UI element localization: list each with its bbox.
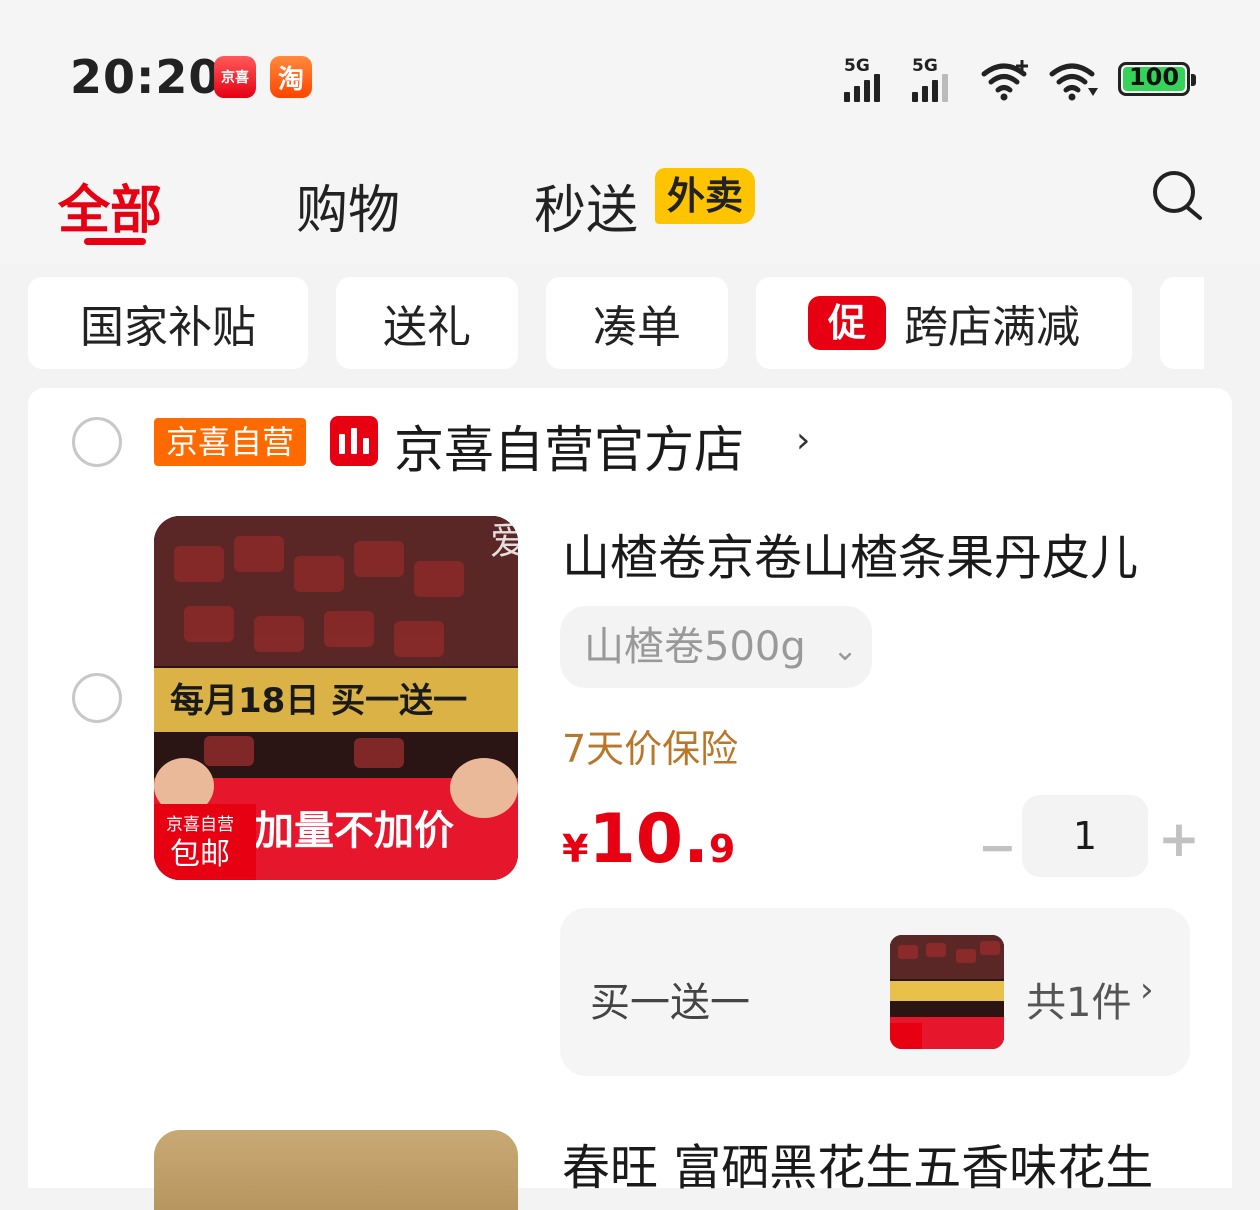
chip-label: 凑单 — [593, 302, 681, 353]
chip-label: 跨店满减 — [904, 302, 1080, 353]
store-select-radio[interactable] — [72, 417, 122, 467]
active-tab-indicator — [84, 238, 146, 245]
chevron-down-icon: ⌄ — [832, 633, 858, 668]
chip-national-subsidy[interactable]: 国家补贴 — [28, 277, 308, 369]
product-image[interactable]: 每月18日 买一送一 加量不加价 京喜自营 包邮 — [154, 516, 518, 880]
search-icon[interactable] — [1150, 168, 1206, 224]
top-tabs: 全部 购物 秒送 — [0, 134, 1260, 264]
chip-cross-store-discount[interactable]: 促 跨店满减 — [756, 277, 1132, 369]
next-product-title[interactable]: 春旺 富硒黑花生五香味花生 — [562, 1128, 1153, 1198]
gift-item-count: 共1件 — [1026, 980, 1132, 1026]
chevron-right-icon: › — [1140, 970, 1154, 1010]
quantity-input[interactable]: 1 — [1022, 795, 1148, 877]
store-type-tag: 京喜自营 — [154, 418, 307, 466]
image-banner-text: 每月18日 买一送一 — [170, 681, 467, 721]
increase-quantity-button[interactable]: + — [1158, 810, 1200, 868]
spec-value: 山楂卷500g — [584, 624, 806, 670]
product-title[interactable]: 山楂卷京卷山楂条果丹皮儿 — [562, 518, 1138, 588]
store-logo-icon — [330, 416, 378, 466]
gift-promo-label: 买一送一 — [590, 980, 750, 1026]
signal-5g-icon: 5G — [912, 56, 962, 102]
gift-item-thumbnail — [890, 935, 1004, 1049]
image-tag-bottom: 包邮 — [170, 837, 230, 872]
chip-partial[interactable] — [1160, 277, 1204, 369]
decrease-quantity-button[interactable]: − — [978, 820, 1017, 874]
taobao-app-icon: 淘 — [270, 56, 312, 98]
price-protection-label: 7天价保险 — [562, 727, 739, 771]
image-slogan-text: 加量不加价 — [254, 808, 454, 854]
tab-shopping[interactable]: 购物 — [296, 168, 400, 243]
store-name[interactable]: 京喜自营官方店 — [394, 410, 744, 482]
promo-icon: 促 — [808, 296, 886, 350]
jingxi-app-icon: 京喜 — [214, 56, 256, 98]
chip-label: 送礼 — [383, 302, 471, 353]
chip-combine-order[interactable]: 凑单 — [546, 277, 728, 369]
tab-all[interactable]: 全部 — [58, 168, 162, 243]
item-select-radio[interactable] — [72, 673, 122, 723]
status-time: 20:20 — [70, 50, 222, 104]
chip-gift[interactable]: 送礼 — [336, 277, 518, 369]
tab-delivery[interactable]: 秒送 — [534, 168, 638, 243]
chevron-right-icon[interactable]: › — [796, 420, 810, 461]
signal-5g-icon: 5G — [844, 56, 894, 102]
takeout-badge: 外卖 — [655, 168, 756, 224]
chip-label: 国家补贴 — [80, 302, 256, 353]
status-bar: 20:20 京喜 淘 5G 5G 100 — [0, 0, 1260, 134]
wifi-plus-icon — [981, 60, 1028, 101]
wifi-icon — [1049, 63, 1098, 101]
next-product-image[interactable] — [154, 1130, 518, 1210]
product-price: ¥10.9 — [562, 800, 736, 879]
spec-selector[interactable]: 山楂卷500g ⌄ — [560, 606, 872, 688]
battery-icon: 100 — [1118, 62, 1196, 96]
image-tag-top: 京喜自营 — [166, 815, 234, 835]
